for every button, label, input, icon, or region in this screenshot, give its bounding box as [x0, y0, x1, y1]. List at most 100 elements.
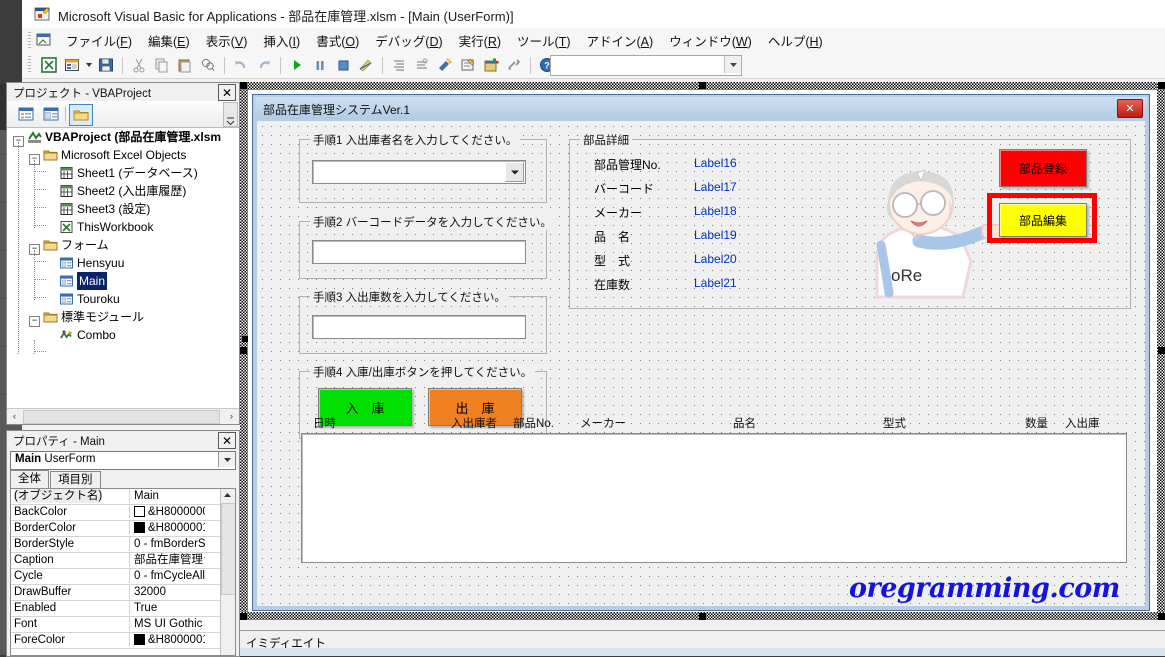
resize-handle-s[interactable]: [699, 613, 706, 620]
scroll-left-icon[interactable]: ‹: [7, 409, 22, 423]
properties-window-icon[interactable]: [411, 54, 433, 76]
property-value[interactable]: Main: [129, 489, 205, 503]
menu-item-7[interactable]: ツール(T): [509, 29, 578, 52]
tree-item-5[interactable]: ThisWorkbook: [7, 218, 239, 236]
menu-item-3[interactable]: 挿入(I): [255, 29, 308, 52]
dropdown-arrow-icon[interactable]: [84, 54, 94, 76]
buhin-hensyuu-button[interactable]: 部品編集: [999, 203, 1087, 237]
menu-item-10[interactable]: ヘルプ(H): [760, 29, 831, 52]
view-object-icon[interactable]: [61, 54, 83, 76]
menu-item-8[interactable]: アドイン(A): [579, 29, 662, 52]
barcode-input[interactable]: [312, 240, 526, 264]
tools-icon[interactable]: [503, 54, 525, 76]
resize-handle-se[interactable]: [1158, 613, 1165, 620]
run-icon[interactable]: [286, 54, 308, 76]
tree-item-10[interactable]: − 標準モジュール: [7, 308, 239, 328]
property-row[interactable]: Enabled True: [11, 601, 221, 617]
tree-item-11[interactable]: Combo: [7, 326, 239, 344]
detail-value-4[interactable]: Label20: [694, 252, 737, 266]
menu-item-4[interactable]: 書式(O): [308, 29, 367, 52]
close-icon[interactable]: ✕: [1117, 99, 1143, 118]
detail-value-1[interactable]: Label17: [694, 180, 737, 194]
hscroll-thumb[interactable]: [23, 410, 220, 424]
chevron-down-icon[interactable]: [724, 56, 741, 73]
properties-vscrollbar[interactable]: [220, 489, 235, 655]
tree-item-0[interactable]: − VBAProject (部品在庫管理.xlsm: [7, 128, 239, 148]
properties-tab-0[interactable]: 全体: [10, 470, 49, 489]
designer-splitter[interactable]: [242, 88, 249, 613]
menu-item-6[interactable]: 実行(R): [451, 29, 509, 52]
tree-item-2[interactable]: Sheet1 (データベース): [7, 164, 239, 182]
toolbar-overflow-button[interactable]: [223, 102, 238, 127]
view-object-icon[interactable]: [40, 104, 62, 124]
design-mode-icon[interactable]: [355, 54, 377, 76]
tree-item-6[interactable]: − フォーム: [7, 236, 239, 256]
redo-icon[interactable]: [253, 54, 275, 76]
property-row[interactable]: Font MS UI Gothic: [11, 617, 221, 633]
save-icon[interactable]: [95, 54, 117, 76]
quantity-input[interactable]: [312, 315, 526, 339]
property-value[interactable]: 32000: [129, 585, 205, 599]
toolbar-combo[interactable]: [550, 55, 742, 76]
splitter-handle[interactable]: [242, 336, 248, 342]
property-value[interactable]: 0 - fmCycleAllFor: [129, 569, 205, 583]
close-icon[interactable]: ✕: [218, 84, 236, 101]
user-form-icon[interactable]: [480, 54, 502, 76]
detail-value-3[interactable]: Label19: [694, 228, 737, 242]
view-excel-icon[interactable]: [38, 54, 60, 76]
menu-item-0[interactable]: ファイル(F): [58, 29, 140, 52]
detail-value-0[interactable]: Label16: [694, 156, 737, 170]
properties-tab-1[interactable]: 項目別: [50, 471, 101, 489]
history-listbox[interactable]: [301, 433, 1127, 563]
resize-handle-sw[interactable]: [240, 613, 247, 620]
break-icon[interactable]: [309, 54, 331, 76]
menu-item-2[interactable]: 表示(V): [198, 29, 256, 52]
toolbar-grip[interactable]: [28, 56, 31, 74]
property-row[interactable]: ForeColor&H80000012&: [11, 633, 221, 649]
copy-icon[interactable]: [151, 54, 173, 76]
find-icon[interactable]: [197, 54, 219, 76]
property-row[interactable]: DrawBuffer 32000: [11, 585, 221, 601]
menu-control-icon[interactable]: [36, 32, 53, 48]
reset-icon[interactable]: [332, 54, 354, 76]
property-value[interactable]: &H80000012&: [129, 521, 205, 535]
property-value[interactable]: &H80000012&: [129, 633, 205, 647]
menu-grip[interactable]: [28, 32, 31, 48]
detail-value-2[interactable]: Label18: [694, 204, 737, 218]
toolbox-icon[interactable]: [457, 54, 479, 76]
chevron-down-icon[interactable]: [505, 162, 524, 182]
resize-handle-e[interactable]: [1158, 347, 1165, 354]
menu-item-5[interactable]: デバッグ(D): [367, 29, 450, 52]
vscroll-thumb[interactable]: [221, 503, 235, 595]
tree-item-1[interactable]: − Microsoft Excel Objects: [7, 146, 239, 166]
resize-handle-ne[interactable]: [1158, 82, 1165, 89]
tree-item-3[interactable]: Sheet2 (入出庫履歴): [7, 182, 239, 200]
property-row[interactable]: Caption 部品在庫管理システ: [11, 553, 221, 569]
buhin-touroku-button[interactable]: 部品登録: [999, 149, 1087, 187]
property-value[interactable]: MS UI Gothic: [129, 617, 205, 631]
tree-item-9[interactable]: Touroku: [7, 290, 239, 308]
property-row[interactable]: Cycle 0 - fmCycleAllFor: [11, 569, 221, 585]
property-row[interactable]: (オブジェクト名) Main: [11, 489, 221, 505]
detail-value-5[interactable]: Label21: [694, 276, 737, 290]
toggle-folders-icon[interactable]: [69, 104, 93, 126]
object-selector-combo[interactable]: Main UserForm: [10, 451, 236, 470]
tree-item-4[interactable]: Sheet3 (設定): [7, 200, 239, 218]
property-value[interactable]: 部品在庫管理システ: [129, 553, 205, 567]
close-icon[interactable]: ✕: [218, 432, 236, 449]
scroll-up-icon[interactable]: [221, 489, 234, 502]
tree-item-8[interactable]: Main: [7, 272, 239, 290]
project-tree-hscrollbar[interactable]: ‹ ›: [7, 408, 239, 424]
tree-item-7[interactable]: Hensyuu: [7, 254, 239, 272]
object-browser-icon[interactable]: [434, 54, 456, 76]
property-value[interactable]: True: [129, 601, 205, 615]
undo-icon[interactable]: [230, 54, 252, 76]
project-explorer-icon[interactable]: [388, 54, 410, 76]
property-row[interactable]: BorderStyle 0 - fmBorderStyle: [11, 537, 221, 553]
resize-handle-n[interactable]: [699, 82, 706, 89]
property-value[interactable]: &H8000000F&: [129, 505, 205, 519]
chevron-down-icon[interactable]: [218, 452, 235, 467]
view-code-icon[interactable]: [15, 104, 37, 124]
menu-item-1[interactable]: 編集(E): [140, 29, 198, 52]
cut-icon[interactable]: [128, 54, 150, 76]
